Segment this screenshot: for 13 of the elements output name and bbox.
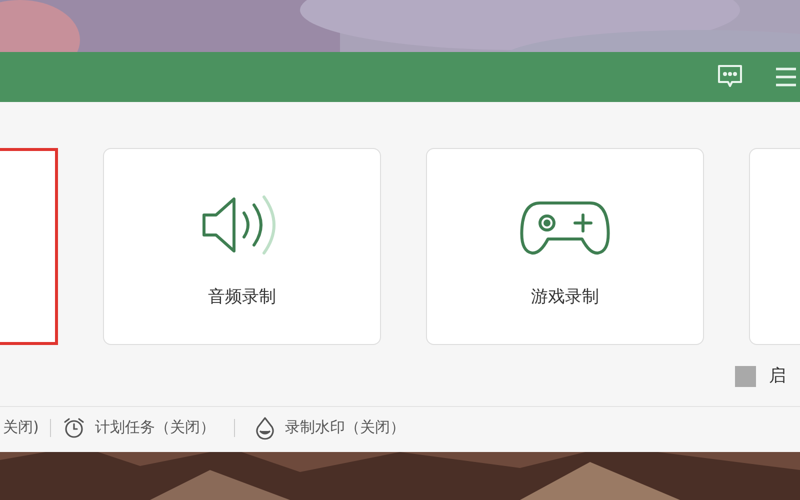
status-text[interactable]: 计划任务（关闭） <box>94 416 215 439</box>
mode-card[interactable]: 音频录制 <box>103 148 381 345</box>
status-text[interactable]: 录制水印（关闭） <box>284 416 405 439</box>
alarm-clock-icon <box>62 416 86 440</box>
status-text[interactable]: 关闭) <box>3 416 39 439</box>
card-label: 游戏录制 <box>531 286 599 309</box>
card-label: 音频录制 <box>208 286 276 309</box>
mode-card[interactable]: 游戏录制 <box>426 148 704 345</box>
chat-icon[interactable] <box>716 64 744 90</box>
checkbox-label: 启 <box>769 365 786 388</box>
checkbox[interactable] <box>735 366 756 388</box>
menu-icon[interactable] <box>775 66 797 88</box>
water-drop-icon <box>254 416 276 440</box>
